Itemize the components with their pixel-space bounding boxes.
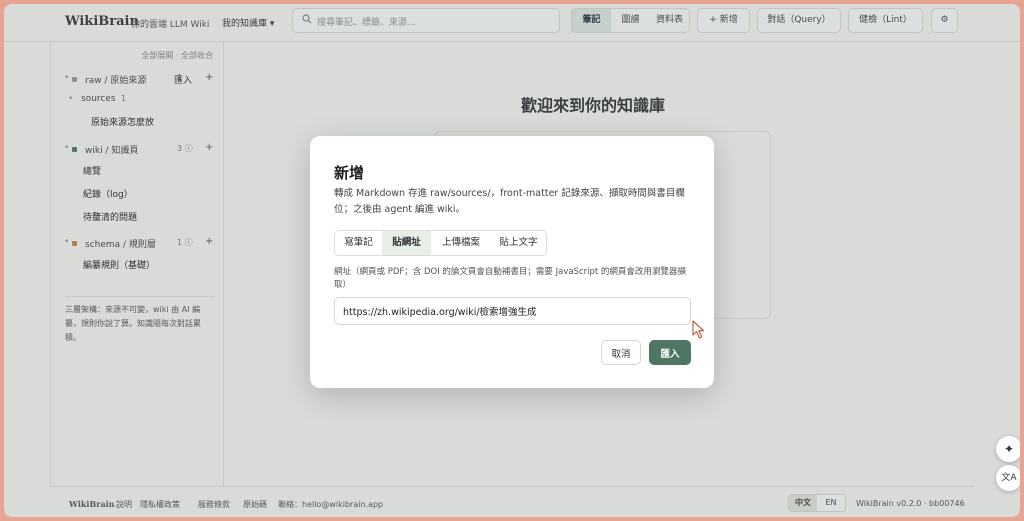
import-button[interactable]: 匯入 [649, 340, 691, 365]
mouse-cursor-icon [692, 320, 705, 339]
url-input[interactable] [334, 297, 691, 325]
tab-upload-file[interactable]: 上傳檔案 [431, 231, 491, 255]
translate-button[interactable]: 文A [996, 465, 1020, 491]
modal-description: 轉成 Markdown 存進 raw/sources/，front-matter… [334, 188, 685, 215]
tab-paste-url[interactable]: 貼網址 [382, 231, 431, 255]
add-modal: 新增 轉成 Markdown 存進 raw/sources/，front-mat… [310, 136, 714, 388]
tab-write-note[interactable]: 寫筆記 [335, 231, 382, 255]
url-field-label: 網址（網頁或 PDF；含 DOI 的論文頁會自動補書目；需要 JavaScrip… [334, 267, 686, 290]
ai-sparkle-button[interactable]: ✦ [996, 436, 1020, 462]
translate-icon: 文A [1001, 473, 1017, 483]
modal-tabs: 寫筆記 貼網址 上傳檔案 貼上文字 [334, 230, 547, 256]
sparkle-icon: ✦ [1003, 442, 1015, 456]
app-window: WikiBrain 你的雲端 LLM Wiki 我的知識庫 ▾ 搜尋筆記、標籤、… [4, 4, 1020, 517]
cancel-button[interactable]: 取消 [601, 340, 641, 365]
tab-paste-text[interactable]: 貼上文字 [491, 231, 546, 255]
modal-title: 新增 [334, 164, 365, 182]
